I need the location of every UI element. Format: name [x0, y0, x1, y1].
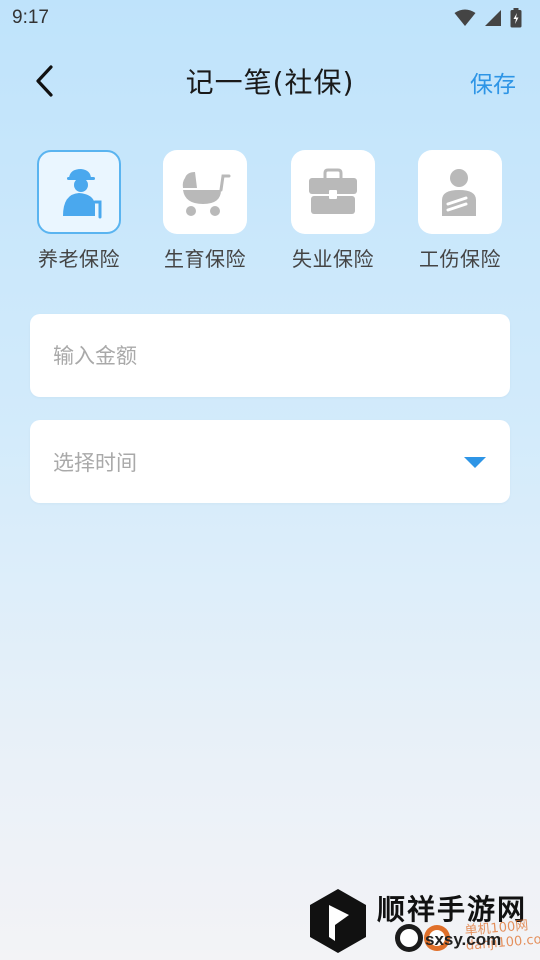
page-title: 记一笔(社保) [185, 66, 355, 99]
status-bar: 9:17 [0, 0, 540, 36]
insurance-category-list: 养老保险 生育保险 失业保险 工伤保险 [0, 150, 540, 280]
watermark: 顺祥手游网 单机100网 danji100.com sxsy.com [305, 884, 540, 960]
category-pension[interactable]: 养老保险 [24, 150, 134, 272]
briefcase-icon [309, 168, 357, 214]
injured-person-icon [442, 169, 476, 216]
category-maternity-label: 生育保险 [164, 247, 246, 271]
time-selector[interactable]: 选择时间 [30, 420, 510, 503]
time-selector-placeholder: 选择时间 [53, 450, 137, 475]
watermark-url: sxsy.com [425, 930, 502, 949]
category-pension-tile [37, 150, 121, 234]
header: 记一笔(社保) 保存 [0, 55, 540, 107]
category-maternity-tile [163, 150, 247, 234]
amount-input[interactable] [53, 343, 453, 368]
category-work-injury-tile [418, 150, 502, 234]
caret-down-icon [464, 457, 486, 468]
amount-field[interactable] [30, 314, 510, 397]
status-time: 9:17 [12, 7, 49, 28]
category-maternity[interactable]: 生育保险 [150, 150, 260, 272]
category-unemployment-tile [291, 150, 375, 234]
category-work-injury[interactable]: 工伤保险 [405, 150, 515, 272]
save-button[interactable]: 保存 [470, 65, 516, 99]
signal-icon [485, 10, 501, 26]
category-unemployment-label: 失业保险 [292, 247, 374, 271]
battery-icon [510, 8, 522, 28]
category-work-injury-label: 工伤保险 [419, 247, 501, 271]
wifi-icon [454, 9, 476, 26]
baby-stroller-icon [182, 172, 231, 216]
category-unemployment[interactable]: 失业保险 [278, 150, 388, 272]
status-icons [454, 8, 522, 28]
watermark-logo-icon [310, 889, 366, 953]
category-pension-label: 养老保险 [38, 247, 120, 271]
elderly-person-icon [63, 169, 102, 219]
